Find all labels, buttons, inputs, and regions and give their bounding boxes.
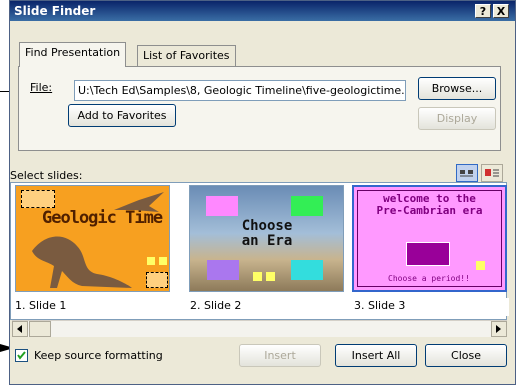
select-slides-label: Select slides: <box>10 169 83 182</box>
slide-thumbnail-1[interactable]: Geologic Time <box>15 185 170 292</box>
help-icon[interactable]: ? <box>475 4 491 18</box>
slide-thumbnail-3[interactable]: welcome to the Pre-Cambrian era Choose a… <box>352 185 507 292</box>
view-thumbnails-button[interactable] <box>456 164 478 182</box>
insert-button[interactable]: Insert <box>239 344 321 367</box>
tab-list-of-favorites[interactable]: List of Favorites <box>137 45 236 67</box>
slide2-box-yellow <box>253 272 262 281</box>
slide-caption-2[interactable]: 2. Slide 2 <box>187 298 345 316</box>
slide2-title: Choose an Era <box>241 218 293 249</box>
slide1-footer-box <box>146 272 168 288</box>
slide1-sticker <box>159 257 167 265</box>
file-path-field[interactable]: U:\Tech Ed\Samples\8, Geologic Timeline\… <box>74 80 406 101</box>
display-button[interactable]: Display <box>418 107 496 130</box>
horizontal-scrollbar[interactable] <box>12 320 507 337</box>
slide2-box-pink <box>206 196 238 216</box>
scroll-thumb[interactable] <box>29 321 51 337</box>
chevron-left-icon <box>17 325 22 333</box>
slide2-box-purple <box>207 260 239 280</box>
window-title: Slide Finder <box>14 4 96 18</box>
slide-finder-dialog: Slide Finder ? X Find Presentation List … <box>9 0 516 385</box>
pterodactyl-image <box>114 192 164 212</box>
browse-button[interactable]: Browse... <box>418 77 496 100</box>
checkmark-icon <box>17 351 26 360</box>
slide2-box-yellow <box>266 272 275 281</box>
chevron-right-icon <box>496 325 501 333</box>
insert-all-button[interactable]: Insert All <box>335 344 417 367</box>
scroll-left-button[interactable] <box>12 321 28 337</box>
slide2-box-green <box>291 196 323 216</box>
file-label: File: <box>30 81 53 94</box>
slide3-center-box <box>406 242 450 266</box>
view-list-button[interactable] <box>481 164 503 182</box>
keep-formatting-checkbox[interactable] <box>15 349 28 362</box>
thumbnail-view-icon <box>460 170 473 177</box>
dinosaur-image <box>32 236 132 288</box>
close-button[interactable]: Close <box>425 344 507 367</box>
slide1-sticker <box>147 257 155 265</box>
keep-formatting-label[interactable]: Keep source formatting <box>34 349 163 362</box>
scroll-right-button[interactable] <box>491 321 507 337</box>
slide3-footer: Choose a period!! <box>388 274 470 283</box>
title-bar: Slide Finder <box>10 1 515 21</box>
slide2-box-cyan <box>291 260 323 280</box>
slide-caption-3[interactable]: 3. Slide 3 <box>351 298 509 316</box>
slide-caption-1[interactable]: 1. Slide 1 <box>12 298 170 316</box>
tab-find-presentation[interactable]: Find Presentation <box>19 42 127 67</box>
add-to-favorites-button[interactable]: Add to Favorites <box>68 104 176 127</box>
slide3-sticker <box>476 261 485 270</box>
slide3-title: welcome to the Pre-Cambrian era <box>376 192 483 217</box>
slide1-label-box <box>21 190 55 208</box>
slide-thumbnail-2[interactable]: Choose an Era <box>189 185 344 292</box>
close-icon[interactable]: X <box>493 4 509 18</box>
list-view-icon <box>485 169 499 177</box>
